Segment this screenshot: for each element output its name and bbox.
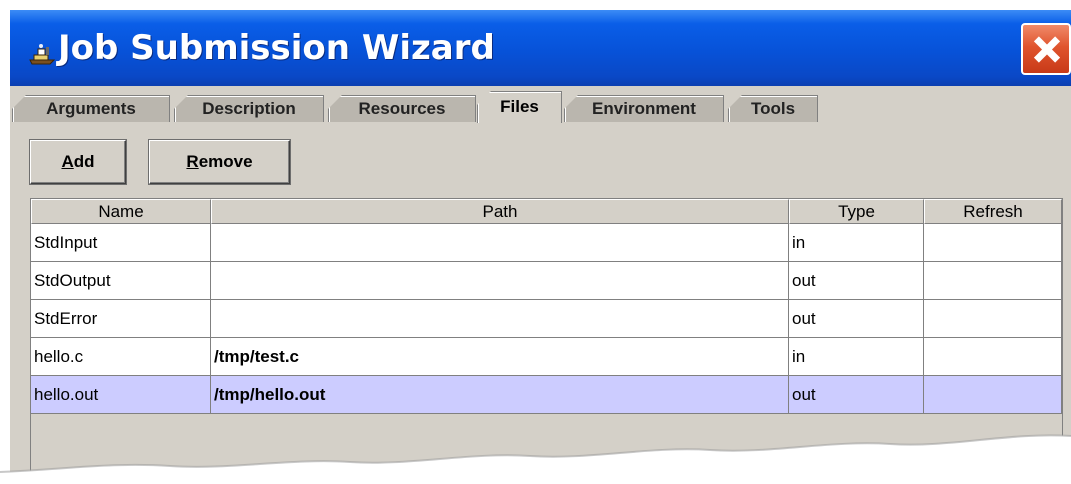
- tab-strip: Arguments Description Resources Files En…: [10, 86, 1071, 123]
- cell-refresh[interactable]: [924, 224, 1062, 262]
- column-header-type[interactable]: Type: [789, 199, 924, 224]
- add-button[interactable]: Add: [30, 140, 126, 184]
- cell-refresh[interactable]: [924, 300, 1062, 338]
- tab-arguments[interactable]: Arguments: [12, 95, 170, 122]
- cell-path[interactable]: [211, 300, 789, 338]
- cell-refresh[interactable]: [924, 262, 1062, 300]
- add-label-rest: dd: [73, 152, 95, 171]
- table-row[interactable]: hello.c /tmp/test.c in: [31, 338, 1062, 376]
- close-icon[interactable]: [1021, 23, 1071, 75]
- cell-name[interactable]: StdInput: [31, 224, 211, 262]
- tab-files[interactable]: Files: [477, 91, 562, 123]
- table-row[interactable]: StdOutput out: [31, 262, 1062, 300]
- cell-path[interactable]: [211, 262, 789, 300]
- column-header-refresh[interactable]: Refresh: [924, 199, 1062, 224]
- remove-button[interactable]: Remove: [149, 140, 290, 184]
- window-title: Job Submission Wizard: [58, 28, 495, 68]
- cell-type[interactable]: in: [789, 338, 924, 376]
- cell-type[interactable]: out: [789, 300, 924, 338]
- column-header-path[interactable]: Path: [211, 199, 789, 224]
- table-row-selected[interactable]: hello.out /tmp/hello.out ... out: [31, 376, 1062, 414]
- tab-description[interactable]: Description: [174, 95, 324, 122]
- app-icon: [29, 44, 56, 65]
- cell-refresh[interactable]: [924, 338, 1062, 376]
- table-row[interactable]: StdInput in: [31, 224, 1062, 262]
- remove-mnemonic: R: [186, 152, 199, 171]
- cell-refresh[interactable]: [924, 376, 1062, 414]
- remove-label-rest: emove: [198, 152, 253, 171]
- cell-path-value: /tmp/hello.out: [214, 385, 326, 404]
- column-header-name[interactable]: Name: [31, 199, 211, 224]
- files-table: Name Path Type Refresh StdInput in StdOu…: [30, 198, 1063, 484]
- cell-path-editor[interactable]: /tmp/hello.out ...: [211, 376, 789, 414]
- cell-type[interactable]: out: [789, 262, 924, 300]
- cell-type[interactable]: in: [789, 224, 924, 262]
- cell-name[interactable]: StdOutput: [31, 262, 211, 300]
- cell-type[interactable]: out: [789, 376, 924, 414]
- cell-name[interactable]: StdError: [31, 300, 211, 338]
- add-mnemonic: A: [61, 152, 74, 171]
- table-row[interactable]: StdError out: [31, 300, 1062, 338]
- job-submission-wizard-window: Job Submission Wizard Arguments Descript…: [10, 10, 1071, 484]
- cell-name[interactable]: hello.c: [31, 338, 211, 376]
- cell-path[interactable]: [211, 224, 789, 262]
- tab-resources[interactable]: Resources: [328, 95, 476, 122]
- tab-environment[interactable]: Environment: [564, 95, 724, 122]
- tab-tools[interactable]: Tools: [728, 95, 818, 122]
- title-bar[interactable]: Job Submission Wizard: [10, 10, 1071, 86]
- cell-path[interactable]: /tmp/test.c: [211, 338, 789, 376]
- cell-name[interactable]: hello.out: [31, 376, 211, 414]
